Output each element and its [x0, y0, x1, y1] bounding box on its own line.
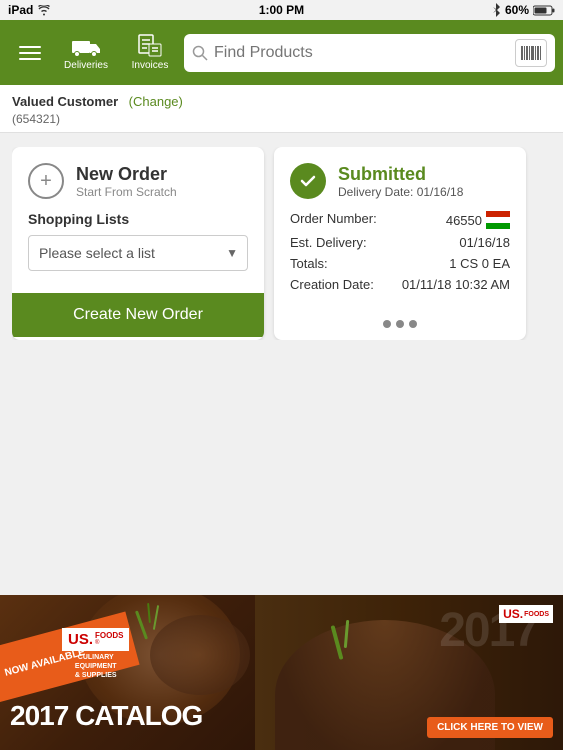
catalog-banner[interactable]: NOW AVAILABLE US. FOODS ® CULINARYEQUIPM… — [0, 595, 563, 750]
totals-label: Totals: — [290, 256, 400, 271]
click-here-button[interactable]: CLICK HERE to view — [427, 717, 553, 738]
new-order-title-group: New Order Start From Scratch — [76, 164, 177, 199]
shopping-lists-label: Shopping Lists — [28, 211, 248, 227]
order-number-label: Order Number: — [290, 211, 400, 226]
new-order-title: New Order — [76, 164, 177, 185]
checkmark-icon — [298, 171, 318, 191]
usfoods-text-col: FOODS ® — [95, 632, 123, 646]
new-order-header: + New Order Start From Scratch — [12, 147, 264, 211]
shopping-lists-section: Shopping Lists Please select a list ▼ — [12, 211, 264, 285]
est-delivery-row: Est. Delivery: 01/16/18 — [290, 235, 510, 250]
cards-row: + New Order Start From Scratch Shopping … — [12, 147, 551, 340]
search-bar — [184, 34, 555, 72]
device-label: iPad — [8, 3, 33, 17]
bluetooth-icon — [491, 3, 501, 17]
invoices-label: Invoices — [132, 60, 169, 71]
create-order-button[interactable]: Create New Order — [12, 293, 264, 337]
creation-date-row: Creation Date: 01/11/18 10:32 AM — [290, 277, 510, 292]
usfoods-reg-text: ® — [95, 640, 123, 646]
customer-bar: Valued Customer (Change) (654321) — [0, 85, 563, 133]
submitted-subtitle: Delivery Date: 01/16/18 — [338, 185, 463, 199]
new-order-card: + New Order Start From Scratch Shopping … — [12, 147, 264, 340]
creation-date-value: 01/11/18 10:32 AM — [400, 277, 510, 292]
customer-name: Valued Customer — [12, 94, 118, 109]
change-button[interactable]: (Change) — [129, 94, 183, 109]
barcode-button[interactable] — [515, 39, 547, 67]
customer-id: (654321) — [12, 112, 551, 126]
status-time: 1:00 PM — [259, 3, 304, 17]
submitted-card: Submitted Delivery Date: 01/16/18 Order … — [274, 147, 526, 340]
usfoods-us-right: US. — [503, 607, 523, 621]
search-icon — [192, 45, 208, 61]
new-order-plus-button[interactable]: + — [28, 163, 64, 199]
new-order-subtitle: Start From Scratch — [76, 185, 177, 199]
creation-date-label: Creation Date: — [290, 277, 400, 292]
catalog-title: 2017 CATALOG — [10, 700, 202, 732]
deliveries-button[interactable]: Deliveries — [56, 25, 116, 81]
est-delivery-label: Est. Delivery: — [290, 235, 400, 250]
usfoods-us-text: US. — [68, 631, 93, 648]
customer-info-row: Valued Customer (Change) — [12, 93, 551, 111]
wifi-icon — [37, 5, 51, 16]
main-content: + New Order Start From Scratch Shopping … — [0, 133, 563, 588]
usfoods-foods-right: FOODS — [524, 611, 549, 618]
totals-value: 1 CS 0 EA — [400, 256, 510, 271]
hamburger-icon — [19, 58, 41, 60]
submitted-header: Submitted Delivery Date: 01/16/18 — [274, 147, 526, 211]
shopping-list-select[interactable]: Please select a list — [28, 235, 248, 271]
dot-2 — [396, 320, 404, 328]
deliveries-label: Deliveries — [64, 60, 108, 71]
app-header: Deliveries Invoices — [0, 20, 563, 85]
barcode-icon — [521, 46, 541, 60]
usfoods-logo-left: US. FOODS ® CULINARYEQUIPMENT& SUPPLIES — [62, 628, 129, 680]
hamburger-icon — [19, 46, 41, 48]
dot-3 — [409, 320, 417, 328]
submitted-title: Submitted — [338, 164, 463, 185]
submitted-check-icon — [290, 163, 326, 199]
dot-1 — [383, 320, 391, 328]
status-right: 60% — [491, 3, 555, 17]
usfoods-box-right: US. FOODS — [499, 605, 553, 623]
order-number-value: 46550 — [446, 213, 482, 228]
select-wrapper: Please select a list ▼ — [28, 235, 248, 271]
search-input[interactable] — [214, 44, 509, 62]
usfoods-logo-right: US. FOODS — [499, 605, 553, 623]
food-texture-2 — [150, 615, 250, 695]
totals-row: Totals: 1 CS 0 EA — [290, 256, 510, 271]
menu-button[interactable] — [8, 31, 52, 75]
submitted-title-group: Submitted Delivery Date: 01/16/18 — [338, 164, 463, 199]
status-bar: iPad 1:00 PM 60% — [0, 0, 563, 20]
usfoods-box: US. FOODS ® — [62, 628, 129, 651]
battery-icon — [533, 5, 555, 16]
invoices-icon — [136, 34, 164, 58]
hamburger-icon — [19, 52, 41, 54]
culinary-text: CULINARYEQUIPMENT& SUPPLIES — [62, 653, 129, 680]
order-number-row: Order Number: 46550 — [290, 211, 510, 229]
usfoods-foods-text: FOODS — [95, 632, 123, 640]
carousel-dots — [274, 312, 526, 340]
order-details: Order Number: 46550 — [274, 211, 526, 312]
battery-label: 60% — [505, 3, 529, 17]
invoices-button[interactable]: Invoices — [120, 25, 180, 81]
truck-icon — [72, 34, 100, 58]
order-number-value-row: 46550 — [446, 211, 510, 229]
est-delivery-value: 01/16/18 — [400, 235, 510, 250]
status-left: iPad — [8, 3, 51, 17]
flag-icon — [486, 211, 510, 229]
